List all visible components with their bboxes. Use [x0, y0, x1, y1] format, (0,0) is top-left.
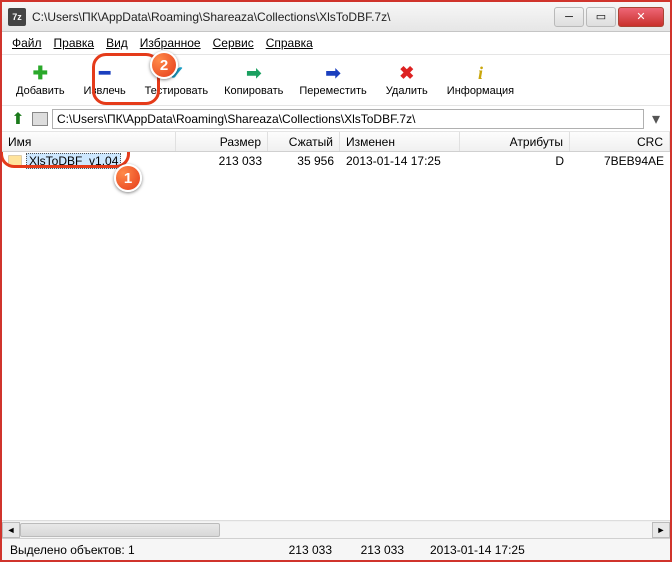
- annotation-badge-2: 2: [150, 51, 178, 79]
- drive-icon: [32, 112, 48, 126]
- path-input[interactable]: [52, 109, 644, 129]
- col-crc[interactable]: CRC: [570, 132, 670, 151]
- menu-view[interactable]: Вид: [100, 34, 134, 52]
- row-size: 213 033: [176, 154, 268, 168]
- status-size: 213 033: [268, 543, 340, 557]
- up-button[interactable]: ⬆: [8, 109, 28, 129]
- col-name[interactable]: Имя: [2, 132, 176, 151]
- row-packed: 35 956: [268, 154, 340, 168]
- row-modified: 2013-01-14 17:25: [340, 154, 460, 168]
- toolbar: ✚ Добавить ━ Извлечь ✔ Тестировать ➡ Коп…: [2, 54, 670, 106]
- folder-icon: [8, 155, 22, 167]
- status-selection: Выделено объектов: 1: [2, 543, 268, 557]
- column-headers: Имя Размер Сжатый Изменен Атрибуты CRC: [2, 132, 670, 152]
- titlebar: 7z C:\Users\ПК\AppData\Roaming\Shareaza\…: [2, 2, 670, 32]
- plus-icon: ✚: [30, 63, 50, 83]
- minimize-button[interactable]: ─: [554, 7, 584, 27]
- h-scrollbar[interactable]: ◄ ►: [2, 520, 670, 538]
- scroll-track[interactable]: [20, 522, 652, 538]
- menu-edit[interactable]: Правка: [48, 34, 101, 52]
- minus-icon: ━: [95, 63, 115, 83]
- move-button[interactable]: ➡ Переместить: [291, 61, 374, 99]
- pathbar: ⬆ ▾: [2, 106, 670, 132]
- row-attr: D: [460, 154, 570, 168]
- col-attr[interactable]: Атрибуты: [460, 132, 570, 151]
- copy-label: Копировать: [224, 85, 283, 97]
- status-packed: 213 033: [340, 543, 412, 557]
- close-button[interactable]: ✕: [618, 7, 664, 27]
- menu-help[interactable]: Справка: [260, 34, 319, 52]
- app-icon: 7z: [8, 8, 26, 26]
- path-dropdown[interactable]: ▾: [648, 109, 664, 129]
- delete-button[interactable]: ✖ Удалить: [375, 61, 439, 99]
- scroll-right-icon[interactable]: ►: [652, 522, 670, 538]
- x-icon: ✖: [397, 63, 417, 83]
- scroll-thumb[interactable]: [20, 523, 220, 537]
- row-crc: 7BEB94AE: [570, 154, 670, 168]
- col-modified[interactable]: Изменен: [340, 132, 460, 151]
- menu-file[interactable]: Файл: [6, 34, 48, 52]
- row-name: XlsToDBF_v1.04: [26, 153, 121, 169]
- info-button[interactable]: i Информация: [439, 61, 522, 99]
- delete-label: Удалить: [386, 85, 428, 97]
- statusbar: Выделено объектов: 1 213 033 213 033 201…: [2, 538, 670, 560]
- extract-button[interactable]: ━ Извлечь: [73, 61, 137, 99]
- move-label: Переместить: [299, 85, 366, 97]
- col-packed[interactable]: Сжатый: [268, 132, 340, 151]
- status-modified: 2013-01-14 17:25: [412, 543, 670, 557]
- arrow-right-dark-icon: ➡: [323, 63, 343, 83]
- maximize-button[interactable]: ▭: [586, 7, 616, 27]
- col-size[interactable]: Размер: [176, 132, 268, 151]
- info-icon: i: [470, 63, 490, 83]
- menu-favorites[interactable]: Избранное: [134, 34, 207, 52]
- copy-button[interactable]: ➡ Копировать: [216, 61, 291, 99]
- window-title: C:\Users\ПК\AppData\Roaming\Shareaza\Col…: [32, 10, 552, 24]
- add-label: Добавить: [16, 85, 65, 97]
- add-button[interactable]: ✚ Добавить: [8, 61, 73, 99]
- extract-label: Извлечь: [84, 85, 126, 97]
- info-label: Информация: [447, 85, 514, 97]
- menu-tools[interactable]: Сервис: [207, 34, 260, 52]
- table-row[interactable]: XlsToDBF_v1.04 213 033 35 956 2013-01-14…: [2, 152, 670, 170]
- arrow-right-icon: ➡: [244, 63, 264, 83]
- up-arrow-icon: ⬆: [11, 109, 24, 129]
- file-list[interactable]: XlsToDBF_v1.04 213 033 35 956 2013-01-14…: [2, 152, 670, 520]
- annotation-badge-1: 1: [114, 164, 142, 192]
- menubar: Файл Правка Вид Избранное Сервис Справка: [2, 32, 670, 54]
- test-label: Тестировать: [145, 85, 209, 97]
- scroll-left-icon[interactable]: ◄: [2, 522, 20, 538]
